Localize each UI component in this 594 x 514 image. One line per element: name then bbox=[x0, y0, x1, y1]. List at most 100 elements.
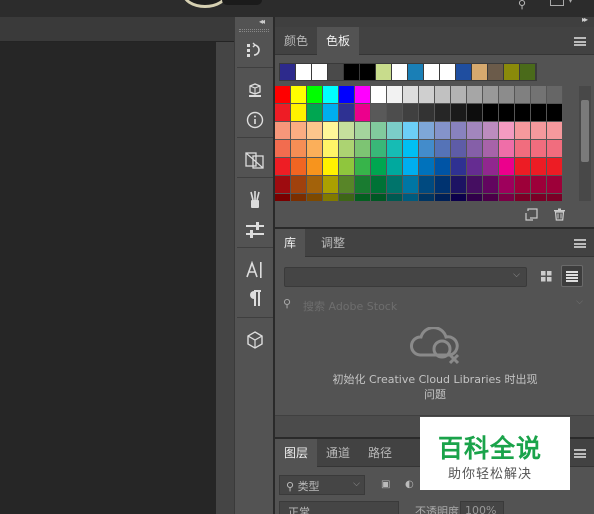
swatch[interactable] bbox=[275, 176, 291, 194]
swatch[interactable] bbox=[419, 176, 435, 194]
swatch[interactable] bbox=[275, 86, 291, 104]
swatch[interactable] bbox=[467, 122, 483, 140]
stock-search-input[interactable]: ⚲ 搜索 Adobe Stock ⌵ bbox=[283, 295, 583, 315]
swatch[interactable] bbox=[515, 104, 531, 122]
swatch[interactable] bbox=[371, 122, 387, 140]
swatch[interactable] bbox=[499, 140, 515, 158]
layer-filter-select[interactable]: ⚲ 类型 ⌵ bbox=[279, 475, 365, 495]
swatch[interactable] bbox=[499, 158, 515, 176]
character-icon[interactable] bbox=[243, 259, 267, 281]
swatch[interactable] bbox=[339, 158, 355, 176]
swatch[interactable] bbox=[435, 122, 451, 140]
swatch[interactable] bbox=[483, 158, 499, 176]
swatch[interactable] bbox=[515, 194, 531, 201]
history-icon[interactable] bbox=[243, 39, 267, 61]
swatch[interactable] bbox=[387, 122, 403, 140]
new-swatch-icon[interactable] bbox=[525, 208, 539, 221]
swatch[interactable] bbox=[451, 104, 467, 122]
swatch[interactable] bbox=[355, 158, 371, 176]
swatch[interactable] bbox=[275, 122, 291, 140]
swatch[interactable] bbox=[355, 104, 371, 122]
swatch[interactable] bbox=[467, 176, 483, 194]
recent-swatch[interactable] bbox=[456, 64, 472, 80]
swatch[interactable] bbox=[323, 176, 339, 194]
swatch[interactable] bbox=[435, 86, 451, 104]
swatch[interactable] bbox=[451, 194, 467, 201]
swatch[interactable] bbox=[515, 176, 531, 194]
swatch[interactable] bbox=[483, 86, 499, 104]
swatch[interactable] bbox=[403, 122, 419, 140]
swatch[interactable] bbox=[339, 104, 355, 122]
swatch[interactable] bbox=[499, 122, 515, 140]
tab-libraries[interactable]: 库 bbox=[275, 229, 306, 257]
swatch[interactable] bbox=[499, 104, 515, 122]
swatch[interactable] bbox=[547, 122, 563, 140]
swatch[interactable] bbox=[499, 176, 515, 194]
swatch[interactable] bbox=[323, 104, 339, 122]
recent-swatch[interactable] bbox=[312, 64, 328, 80]
recent-swatch[interactable] bbox=[360, 64, 376, 80]
tab-adjustments[interactable]: 调整 bbox=[312, 229, 354, 257]
swatch[interactable] bbox=[419, 158, 435, 176]
swatch[interactable] bbox=[451, 140, 467, 158]
swatch[interactable] bbox=[307, 86, 323, 104]
swatch[interactable] bbox=[275, 194, 291, 201]
swatch[interactable] bbox=[291, 86, 307, 104]
paragraph-icon[interactable] bbox=[243, 287, 267, 309]
swatch[interactable] bbox=[355, 86, 371, 104]
recent-swatch[interactable] bbox=[328, 64, 344, 80]
tab-color[interactable]: 颜色 bbox=[275, 27, 317, 55]
swatch[interactable] bbox=[531, 122, 547, 140]
swatch[interactable] bbox=[339, 86, 355, 104]
workspace-icon[interactable] bbox=[550, 0, 564, 6]
swatch[interactable] bbox=[483, 176, 499, 194]
libraries-panel-menu-icon[interactable] bbox=[574, 239, 586, 248]
grid-view-icon[interactable] bbox=[535, 265, 557, 287]
swatch[interactable] bbox=[387, 158, 403, 176]
swatch[interactable] bbox=[515, 122, 531, 140]
swatch[interactable] bbox=[451, 176, 467, 194]
brushes-icon[interactable] bbox=[243, 189, 267, 211]
swatch[interactable] bbox=[419, 86, 435, 104]
collapse-dock-icon[interactable]: ◂◂ bbox=[259, 17, 265, 26]
swatch[interactable] bbox=[547, 176, 563, 194]
swatch[interactable] bbox=[371, 86, 387, 104]
swatch[interactable] bbox=[435, 104, 451, 122]
swatch[interactable] bbox=[499, 194, 515, 201]
swatch[interactable] bbox=[291, 176, 307, 194]
swatch[interactable] bbox=[275, 158, 291, 176]
chevron-down-icon[interactable]: ▾ bbox=[568, 0, 573, 6]
pixel-filter-icon[interactable]: ▣ bbox=[381, 479, 395, 491]
swatch[interactable] bbox=[339, 122, 355, 140]
swatch[interactable] bbox=[387, 194, 403, 201]
adjustment-filter-icon[interactable]: ◐ bbox=[405, 479, 419, 491]
swatch[interactable] bbox=[467, 104, 483, 122]
scrollbar-thumb[interactable] bbox=[581, 100, 589, 162]
swatch[interactable] bbox=[323, 194, 339, 201]
swatch[interactable] bbox=[467, 194, 483, 201]
swatch[interactable] bbox=[387, 86, 403, 104]
canvas-area[interactable] bbox=[0, 42, 216, 514]
3d-cube-icon[interactable] bbox=[243, 329, 267, 351]
swatch[interactable] bbox=[451, 86, 467, 104]
3d-object-icon[interactable] bbox=[243, 79, 267, 101]
swatch[interactable] bbox=[483, 194, 499, 201]
swatch[interactable] bbox=[291, 140, 307, 158]
swatch[interactable] bbox=[547, 140, 563, 158]
swatch[interactable] bbox=[323, 158, 339, 176]
adjustments-icon[interactable] bbox=[243, 149, 267, 171]
swatch[interactable] bbox=[435, 158, 451, 176]
swatch[interactable] bbox=[339, 140, 355, 158]
swatch[interactable] bbox=[531, 176, 547, 194]
swatch[interactable] bbox=[435, 194, 451, 201]
swatch[interactable] bbox=[531, 158, 547, 176]
swatch[interactable] bbox=[339, 194, 355, 201]
swatch[interactable] bbox=[483, 122, 499, 140]
swatch[interactable] bbox=[339, 176, 355, 194]
swatch[interactable] bbox=[547, 194, 563, 201]
swatch[interactable] bbox=[355, 194, 371, 201]
swatch[interactable] bbox=[483, 140, 499, 158]
swatch[interactable] bbox=[387, 176, 403, 194]
recent-swatch[interactable] bbox=[488, 64, 504, 80]
recent-swatch[interactable] bbox=[440, 64, 456, 80]
